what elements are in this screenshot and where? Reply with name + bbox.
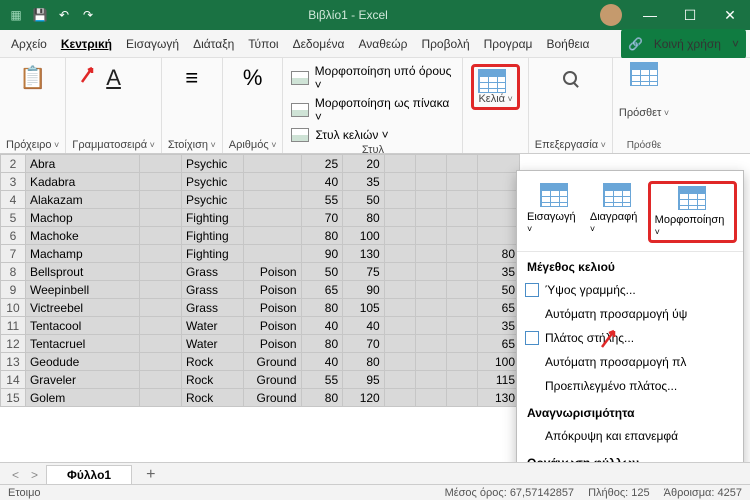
ribbon-editing[interactable]: Επεξεργασία: [529, 58, 613, 153]
menu-view[interactable]: Προβολή: [414, 33, 476, 55]
menu-layout[interactable]: Διάταξη: [186, 33, 241, 55]
font-icon: A: [98, 62, 130, 94]
window-controls: — ☐ ✕: [630, 0, 750, 30]
menu-autofit-row[interactable]: Αυτόματη προσαρμογή ύψ: [517, 302, 743, 326]
row-height-icon: [525, 283, 539, 297]
redo-icon[interactable]: ↷: [78, 5, 98, 25]
dropdown-insert[interactable]: Εισαγωγή: [523, 181, 586, 243]
col-width-icon: [525, 331, 539, 345]
menu-autofit-col[interactable]: Αυτόματη προσαρμογή πλ: [517, 350, 743, 374]
ribbon-alignment[interactable]: ≡ Στοίχιση: [162, 58, 223, 153]
save-icon[interactable]: 💾: [30, 5, 50, 25]
menu-insert[interactable]: Εισαγωγή: [119, 33, 186, 55]
data-grid: 2AbraPsychic25203KadabraPsychic40354Alak…: [0, 154, 520, 407]
sheet-tab-1[interactable]: Φύλλο1: [46, 465, 132, 484]
percent-icon: %: [237, 62, 269, 94]
share-button[interactable]: 🔗 Κοινή χρήση ˅: [621, 29, 746, 59]
tab-nav-next[interactable]: >: [27, 468, 42, 482]
minimize-button[interactable]: —: [630, 0, 670, 30]
cells-dropdown: Εισαγωγή Διαγραφή Μορφοποίηση Μέγεθος κε…: [516, 170, 744, 475]
menu-home[interactable]: Κεντρική: [54, 33, 119, 55]
menu-hide-unhide[interactable]: Απόκρυψη και επανεμφά: [517, 424, 743, 448]
ribbon-font[interactable]: A Γραμματοσειρά: [66, 58, 162, 153]
ribbon-addins[interactable]: Πρόσθετ Πρόσθε: [613, 58, 675, 153]
user-avatar[interactable]: [600, 4, 622, 26]
addins-icon: [630, 62, 658, 86]
menu-default-width[interactable]: Προεπιλεγμένο πλάτος...: [517, 374, 743, 398]
menu-data[interactable]: Δεδομένα: [286, 33, 352, 55]
close-button[interactable]: ✕: [710, 0, 750, 30]
dropdown-format[interactable]: Μορφοποίηση: [648, 181, 737, 243]
add-sheet-button[interactable]: +: [136, 466, 165, 484]
search-icon: [554, 62, 586, 94]
quick-access-toolbar: ▦ 💾 ↶ ↷: [0, 5, 104, 25]
ribbon-number[interactable]: % Αριθμός: [223, 58, 284, 153]
ribbon-cells[interactable]: Κελιά: [463, 58, 528, 153]
titlebar: ▦ 💾 ↶ ↷ Βιβλίο1 - Excel — ☐ ✕: [0, 0, 750, 30]
status-bar: Ετοιμο Μέσος όρος: 67,57142857 Πλήθος: 1…: [0, 484, 750, 500]
conditional-formatting[interactable]: Μορφοποίηση υπό όρους ˅: [291, 62, 454, 94]
ribbon: 📋 Πρόχειρο A Γραμματοσειρά ≡ Στοίχιση % …: [0, 58, 750, 154]
align-icon: ≡: [176, 62, 208, 94]
sheet-tabs: < > Φύλλο1 +: [0, 462, 750, 486]
menu-bar: Αρχείο Κεντρική Εισαγωγή Διάταξη Τύποι Δ…: [0, 30, 750, 58]
ribbon-clipboard[interactable]: 📋 Πρόχειρο: [0, 58, 66, 153]
status-sum: Άθροισμα: 4257: [664, 487, 742, 499]
insert-cells-icon: [540, 183, 568, 207]
window-title: Βιβλίο1 - Excel: [104, 8, 592, 22]
format-as-table[interactable]: Μορφοποίηση ως πίνακα ˅: [291, 94, 454, 126]
tab-nav-prev[interactable]: <: [8, 468, 23, 482]
cells-icon: [478, 69, 506, 93]
menu-column-width[interactable]: Πλάτος στήλης...: [517, 326, 743, 350]
menu-file[interactable]: Αρχείο: [4, 33, 54, 55]
section-visibility: Αναγνωρισιμότητα: [517, 398, 743, 424]
maximize-button[interactable]: ☐: [670, 0, 710, 30]
menu-row-height[interactable]: Ύψος γραμμής...: [517, 278, 743, 302]
menu-developer[interactable]: Προγραμ: [477, 33, 540, 55]
delete-cells-icon: [603, 183, 631, 207]
clipboard-icon: 📋: [17, 62, 49, 94]
cell-styles[interactable]: Στυλ κελιών ˅: [291, 126, 388, 144]
section-cell-size: Μέγεθος κελιού: [517, 252, 743, 278]
format-cells-icon: [678, 186, 706, 210]
excel-icon: ▦: [6, 5, 26, 25]
menu-review[interactable]: Αναθεώρ: [351, 33, 414, 55]
undo-icon[interactable]: ↶: [54, 5, 74, 25]
ribbon-styles: Μορφοποίηση υπό όρους ˅ Μορφοποίηση ως π…: [283, 58, 463, 153]
status-count: Πλήθος: 125: [588, 487, 650, 499]
cells-button-highlighted[interactable]: Κελιά: [471, 64, 519, 110]
menu-formulas[interactable]: Τύποι: [241, 33, 285, 55]
menu-help[interactable]: Βοήθεια: [539, 33, 596, 55]
status-avg: Μέσος όρος: 67,57142857: [445, 487, 574, 499]
dropdown-delete[interactable]: Διαγραφή: [586, 181, 648, 243]
status-ready: Ετοιμο: [8, 487, 41, 499]
